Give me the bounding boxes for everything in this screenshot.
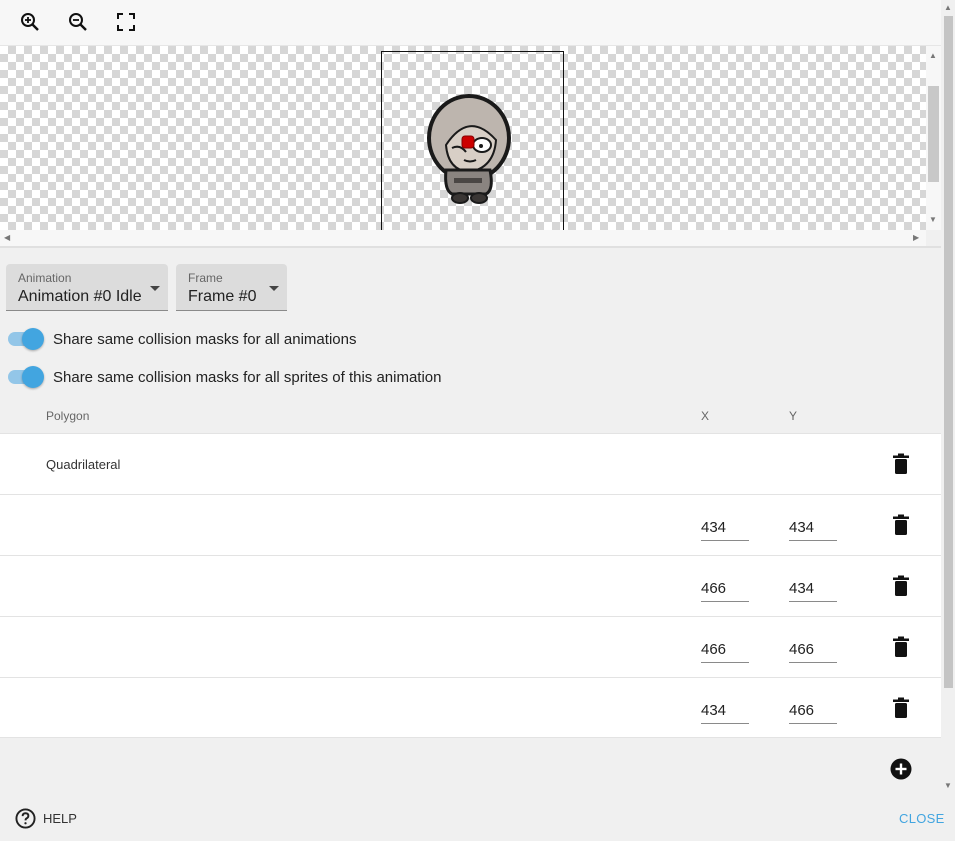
animation-select-caret-icon xyxy=(150,286,160,291)
delete-vertex-icon[interactable] xyxy=(891,514,911,536)
sprite-character-image xyxy=(427,94,511,204)
zoom-out-button[interactable] xyxy=(65,9,91,35)
frame-select-caret-icon xyxy=(269,286,279,291)
zoom-in-icon xyxy=(21,13,39,31)
collision-masks-editor: ▲ ▼ ◀ ▶ ▲ ▼ Animation Animation #0 Idle … xyxy=(0,0,955,841)
zoom-in-button[interactable] xyxy=(17,9,43,35)
share-masks-all-animations-toggle[interactable] xyxy=(6,327,44,351)
vertex-row xyxy=(0,616,941,677)
polygon-table: Quadrilateral xyxy=(0,433,941,738)
help-icon xyxy=(15,808,36,829)
share-masks-all-animations-label: Share same collision masks for all anima… xyxy=(53,330,357,348)
vertex-y-input[interactable] xyxy=(789,637,837,663)
x-column-header: X xyxy=(701,409,710,423)
preview-vertical-scroll-thumb[interactable] xyxy=(928,86,939,182)
sprite-preview-canvas[interactable] xyxy=(0,46,926,230)
add-polygon-icon[interactable] xyxy=(890,758,912,780)
delete-polygon-icon[interactable] xyxy=(891,453,911,475)
main-scroll-up-icon[interactable]: ▲ xyxy=(944,4,952,12)
zoom-out-icon xyxy=(69,13,87,31)
fit-to-screen-button[interactable] xyxy=(113,9,139,35)
vertex-x-input[interactable] xyxy=(701,576,749,602)
toggle-knob xyxy=(22,328,44,350)
frame-select-value: Frame #0 xyxy=(188,288,257,305)
share-masks-all-sprites-label: Share same collision masks for all sprit… xyxy=(53,368,442,386)
fit-to-screen-icon xyxy=(117,13,135,31)
delete-vertex-icon[interactable] xyxy=(891,697,911,719)
y-column-header: Y xyxy=(789,409,798,423)
delete-vertex-icon[interactable] xyxy=(891,575,911,597)
scroll-left-icon[interactable]: ◀ xyxy=(4,234,10,242)
preview-toolbar xyxy=(0,0,941,46)
polygon-column-header: Polygon xyxy=(46,409,90,423)
animation-select-label: Animation xyxy=(18,271,72,285)
help-label: HELP xyxy=(43,811,77,826)
polygon-row: Quadrilateral xyxy=(0,433,941,494)
vertex-y-input[interactable] xyxy=(789,698,837,724)
polygon-name: Quadrilateral xyxy=(46,457,121,472)
vertex-row xyxy=(0,494,941,555)
vertex-x-input[interactable] xyxy=(701,515,749,541)
main-scroll-thumb[interactable] xyxy=(944,16,953,688)
share-masks-all-sprites-toggle[interactable] xyxy=(6,365,44,389)
preview-vertical-scrollbar[interactable]: ▲ ▼ xyxy=(926,46,941,230)
vertex-row xyxy=(0,555,941,616)
vertex-row xyxy=(0,677,941,738)
scroll-down-icon[interactable]: ▼ xyxy=(929,216,937,224)
frame-select-label: Frame xyxy=(188,271,223,285)
vertex-y-input[interactable] xyxy=(789,515,837,541)
vertex-x-input[interactable] xyxy=(701,637,749,663)
delete-vertex-icon[interactable] xyxy=(891,636,911,658)
scroll-up-icon[interactable]: ▲ xyxy=(929,52,937,60)
toggle-row-all-sprites: Share same collision masks for all sprit… xyxy=(6,365,442,389)
main-scroll-down-icon[interactable]: ▼ xyxy=(944,782,952,790)
close-button[interactable]: CLOSE xyxy=(899,811,945,826)
help-button[interactable]: HELP xyxy=(15,808,77,829)
main-vertical-scrollbar[interactable]: ▲ ▼ xyxy=(941,0,955,800)
preview-horizontal-scrollbar[interactable]: ◀ ▶ xyxy=(0,230,926,246)
scroll-right-icon[interactable]: ▶ xyxy=(913,234,919,242)
preview-divider xyxy=(0,246,941,248)
animation-select-value: Animation #0 Idle xyxy=(18,288,142,305)
toggle-knob xyxy=(22,366,44,388)
toggle-row-all-animations: Share same collision masks for all anima… xyxy=(6,327,356,351)
animation-select[interactable]: Animation Animation #0 Idle xyxy=(6,264,168,311)
vertex-y-input[interactable] xyxy=(789,576,837,602)
frame-select[interactable]: Frame Frame #0 xyxy=(176,264,287,311)
vertex-x-input[interactable] xyxy=(701,698,749,724)
